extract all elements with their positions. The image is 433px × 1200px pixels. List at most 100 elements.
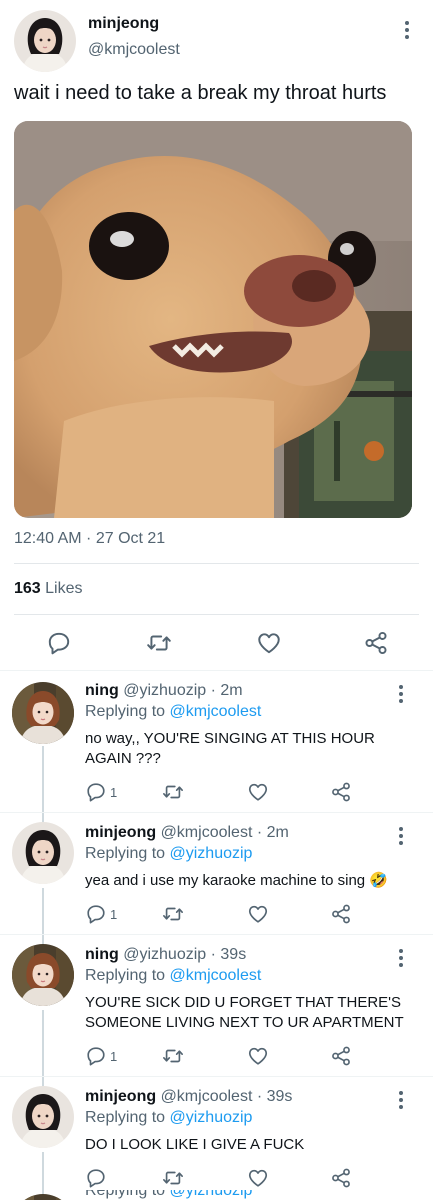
avatar[interactable] — [12, 822, 74, 884]
avatar[interactable] — [12, 1194, 74, 1200]
replying-to-link[interactable]: @kmjcoolest — [170, 967, 262, 984]
reply-button[interactable] — [85, 1167, 107, 1189]
reply-button[interactable] — [46, 630, 72, 656]
avatar[interactable] — [12, 682, 74, 744]
author-name[interactable]: ning — [85, 682, 119, 699]
reply-time[interactable]: · 2m — [211, 682, 243, 699]
like-icon — [247, 1045, 269, 1067]
like-button[interactable] — [247, 1167, 269, 1189]
more-icon[interactable] — [391, 682, 411, 706]
reply-icon — [46, 630, 72, 656]
avatar[interactable] — [12, 944, 74, 1006]
author-handle[interactable]: @yizhuozip — [123, 682, 206, 699]
reply-tweet-partial[interactable]: Replying to @yizhuozip — [0, 1190, 433, 1200]
replying-to: Replying to @kmjcoolest — [85, 967, 261, 985]
thread-line — [42, 888, 44, 944]
retweet-button[interactable] — [162, 903, 184, 925]
reply-icon — [85, 781, 107, 803]
more-icon[interactable] — [391, 1088, 411, 1112]
thread-line — [42, 1010, 44, 1086]
more-icon[interactable] — [397, 18, 417, 42]
reply-text: YOU'RE SICK DID U FORGET THAT THERE'S SO… — [85, 994, 404, 1031]
reply-button[interactable]: 1 — [85, 781, 117, 803]
reply-text: DO I LOOK LIKE I GIVE A FUCK — [85, 1136, 305, 1153]
like-button[interactable] — [247, 781, 269, 803]
like-icon — [247, 781, 269, 803]
reply-header: minjeong @kmjcoolest · 39s — [85, 1088, 292, 1106]
share-icon — [363, 630, 389, 656]
retweet-icon — [146, 630, 172, 656]
replying-to: Replying to @kmjcoolest — [85, 703, 261, 721]
like-button[interactable] — [247, 903, 269, 925]
replying-to: Replying to @yizhuozip — [85, 845, 252, 863]
tweet-photo[interactable] — [14, 121, 412, 518]
divider — [0, 670, 433, 671]
tweet-timestamp[interactable]: 12:40 AM · 27 Oct 21 — [14, 530, 165, 548]
reply-button[interactable]: 1 — [85, 903, 117, 925]
reply-time[interactable]: · 39s — [257, 1088, 293, 1105]
replying-to-link[interactable]: @yizhuozip — [170, 1109, 253, 1126]
share-icon — [330, 1167, 352, 1189]
reply-count: 1 — [110, 906, 118, 922]
reply-header: ning @yizhuozip · 2m — [85, 682, 243, 700]
retweet-button[interactable] — [162, 1167, 184, 1189]
reply-icon — [85, 903, 107, 925]
share-button[interactable] — [330, 1045, 352, 1067]
reply-count: 1 — [110, 1048, 118, 1064]
thread-line — [42, 746, 44, 822]
replying-prefix: Replying to — [85, 1190, 166, 1199]
replying-to-link[interactable]: @yizhuozip — [170, 1190, 253, 1199]
like-icon — [247, 903, 269, 925]
replying-to-link[interactable]: @kmjcoolest — [170, 703, 262, 720]
like-icon — [247, 1167, 269, 1189]
reply-icon — [85, 1045, 107, 1067]
tweet-text: wait i need to take a break my throat hu… — [14, 82, 387, 104]
author-name[interactable]: minjeong — [85, 1088, 156, 1105]
avatar[interactable] — [12, 1086, 74, 1148]
divider — [0, 934, 433, 935]
likes-summary[interactable]: 163 Likes — [14, 580, 83, 598]
replying-to: Replying to @yizhuozip — [85, 1190, 252, 1200]
share-icon — [330, 1045, 352, 1067]
retweet-button[interactable] — [162, 1045, 184, 1067]
like-button[interactable] — [247, 1045, 269, 1067]
reply-header: minjeong @kmjcoolest · 2m — [85, 824, 289, 842]
replying-to-link[interactable]: @yizhuozip — [170, 845, 253, 862]
share-icon — [330, 781, 352, 803]
author-handle[interactable]: @yizhuozip — [123, 946, 206, 963]
retweet-icon — [162, 781, 184, 803]
divider — [14, 614, 419, 615]
retweet-button[interactable] — [146, 630, 172, 656]
replying-prefix: Replying to — [85, 967, 166, 984]
reply-count: 1 — [110, 784, 118, 800]
more-icon[interactable] — [391, 946, 411, 970]
reply-button[interactable]: 1 — [85, 1045, 117, 1067]
author-handle[interactable]: @kmjcoolest — [161, 824, 253, 841]
divider — [14, 563, 419, 564]
share-button[interactable] — [330, 781, 352, 803]
reply-time[interactable]: · 2m — [257, 824, 289, 841]
retweet-button[interactable] — [162, 781, 184, 803]
like-button[interactable] — [256, 630, 282, 656]
share-button[interactable] — [330, 1167, 352, 1189]
more-icon[interactable] — [391, 824, 411, 848]
share-button[interactable] — [363, 630, 389, 656]
author-name[interactable]: ning — [85, 946, 119, 963]
share-button[interactable] — [330, 903, 352, 925]
avatar[interactable] — [14, 10, 76, 72]
author-name[interactable]: minjeong — [88, 15, 159, 33]
likes-count: 163 — [14, 580, 41, 597]
divider — [0, 1076, 433, 1077]
replying-prefix: Replying to — [85, 1109, 166, 1126]
retweet-icon — [162, 903, 184, 925]
reply-text: yea and i use my karaoke machine to sing… — [85, 872, 388, 889]
reply-time[interactable]: · 39s — [211, 946, 247, 963]
author-handle[interactable]: @kmjcoolest — [88, 41, 180, 59]
retweet-icon — [162, 1045, 184, 1067]
author-name[interactable]: minjeong — [85, 824, 156, 841]
like-icon — [256, 630, 282, 656]
share-icon — [330, 903, 352, 925]
reply-icon — [85, 1167, 107, 1189]
reply-text: no way,, YOU'RE SINGING AT THIS HOUR AGA… — [85, 730, 375, 767]
author-handle[interactable]: @kmjcoolest — [161, 1088, 253, 1105]
